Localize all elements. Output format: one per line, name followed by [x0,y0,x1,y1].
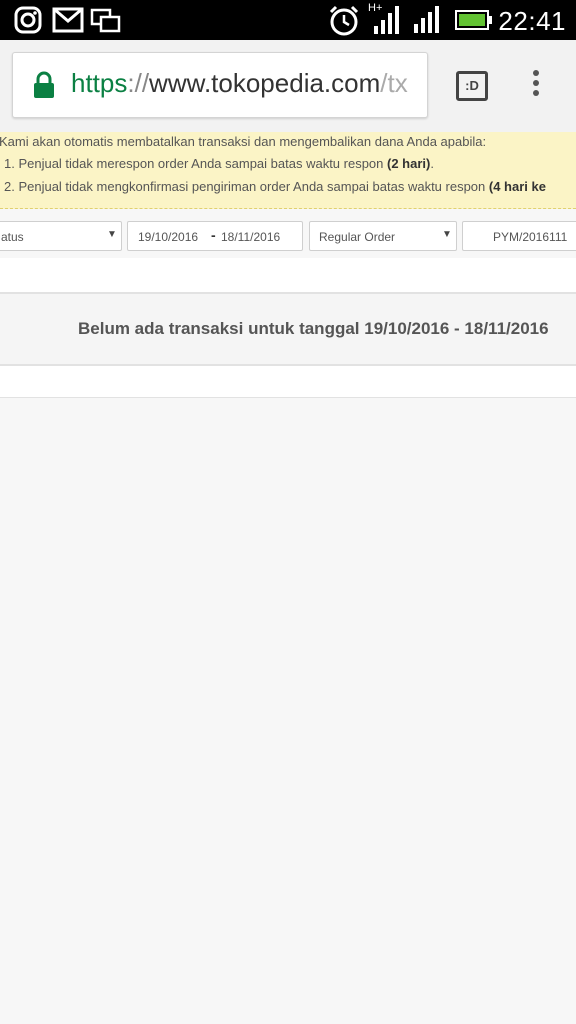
date-to: 18/11/2016 [221,230,281,244]
status-filter-label: atus [1,230,24,244]
chevron-down-icon: ▼ [442,229,452,240]
mobile-data-icon: H+ [368,2,402,41]
table-footer-row [0,366,576,398]
invoice-search-input[interactable]: PYM/2016111 [462,221,576,251]
invoice-search-value: PYM/2016111 [493,230,568,244]
gmail-icon [52,6,84,39]
url-text[interactable]: https://www.tokopedia.com/tx [71,68,408,99]
order-type-label: Regular Order [319,230,396,244]
instagram-icon [14,6,42,39]
order-type-select[interactable]: Regular Order ▼ [309,221,457,251]
status-filter-select[interactable]: atus ▼ [0,221,122,251]
status-bar: H+ 22:41 [0,0,576,40]
alarm-icon [327,4,361,43]
notice-item-1: 1. Penjual tidak merespon order Anda sam… [4,156,434,171]
browser-toolbar: https://www.tokopedia.com/tx :D [0,40,576,133]
screenshot-icon [90,6,122,39]
notice-item-1-bold: (2 hari) [387,156,431,171]
empty-state: Belum ada transaksi untuk tanggal 19/10/… [0,294,576,366]
network-type-label: H+ [368,2,383,14]
battery-icon [455,9,493,36]
date-from: 19/10/2016 [138,230,199,244]
chevron-down-icon: ▼ [107,229,117,240]
address-bar[interactable]: https://www.tokopedia.com/tx [12,52,428,118]
url-scheme: https [71,68,128,98]
tab-switcher-button[interactable]: :D [456,71,488,101]
notice-item-1-text: 1. Penjual tidak merespon order Anda sam… [4,156,388,171]
cancellation-notice: Kami akan otomatis membatalkan transaksi… [0,132,576,209]
overflow-menu-icon[interactable] [533,70,539,100]
date-separator: - [211,227,216,243]
url-host: www.tokopedia.com [149,68,381,98]
table-header-row [0,258,576,294]
url-separator: :// [127,68,150,98]
notice-item-2-bold: (4 hari ke [488,179,546,194]
lock-icon [33,71,55,104]
url-path: /tx [380,68,408,98]
empty-state-message: Belum ada transaksi untuk tanggal 19/10/… [78,319,549,338]
notice-intro: Kami akan otomatis membatalkan transaksi… [0,134,487,149]
status-clock: 22:41 [498,6,566,36]
signal-icon [412,4,442,39]
notice-item-2: 2. Penjual tidak mengkonfirmasi pengirim… [4,179,546,194]
date-range-input[interactable]: 19/10/2016 - 18/11/2016 [127,221,303,251]
notice-item-2-text: 2. Penjual tidak mengkonfirmasi pengirim… [4,179,489,194]
notice-item-1-end: . [430,156,434,171]
